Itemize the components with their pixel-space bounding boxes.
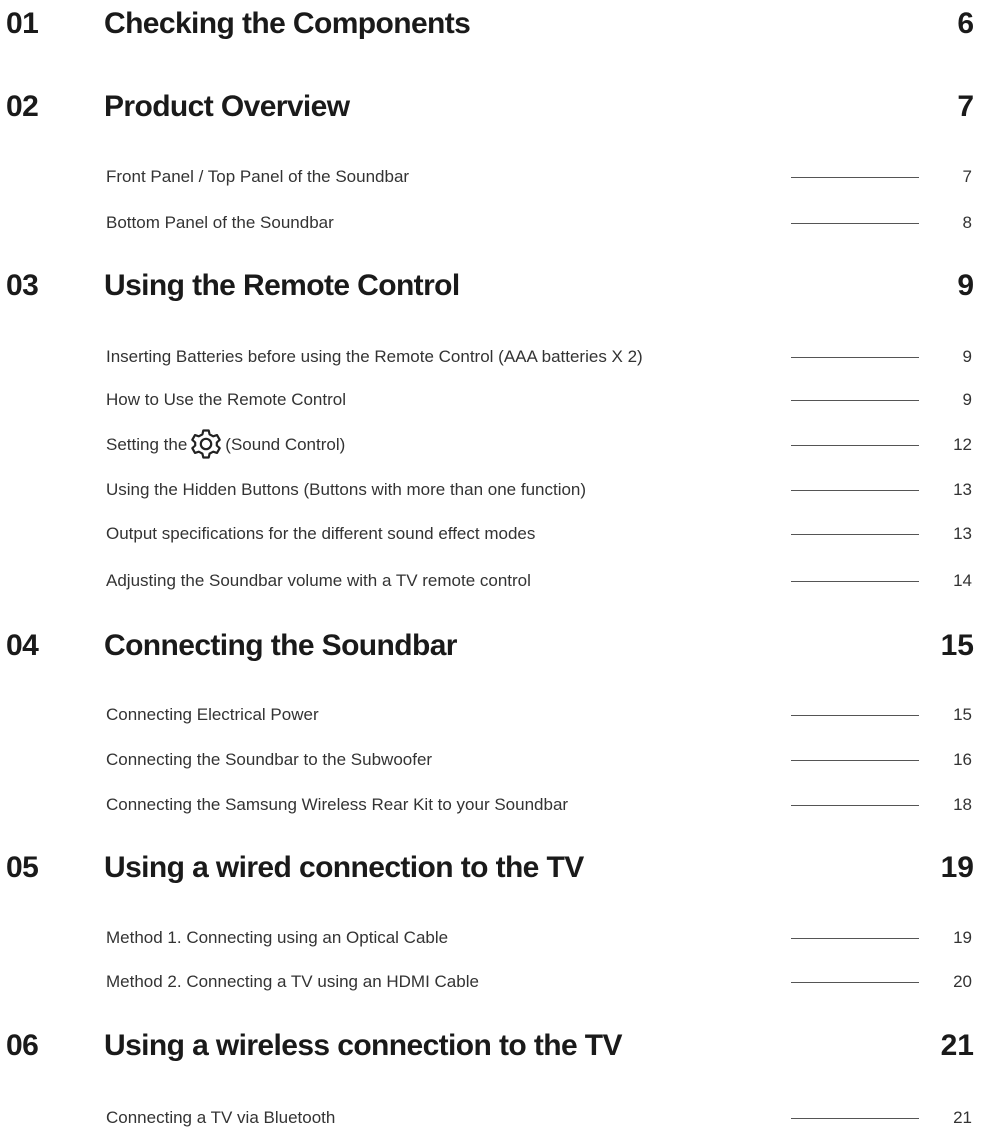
leader-line <box>791 400 919 401</box>
chapter-04[interactable]: 04 Connecting the Soundbar 15 <box>0 624 986 668</box>
chapter-number: 05 <box>6 851 39 884</box>
leader-line <box>791 445 919 446</box>
chapter-05[interactable]: 05 Using a wired connection to the TV 19 <box>0 846 986 890</box>
chapter-title: Using a wireless connection to the TV <box>104 1029 623 1062</box>
entry-title-after: (Sound Control) <box>225 435 346 454</box>
entry-title: Connecting a TV via Bluetooth <box>106 1108 336 1127</box>
chapter-number: 03 <box>6 269 39 302</box>
toc-entry[interactable]: How to Use the Remote Control 9 <box>0 387 986 413</box>
entry-title: Method 2. Connecting a TV using an HDMI … <box>106 972 479 991</box>
leader-line <box>791 715 919 716</box>
chapter-page: 15 <box>940 629 974 662</box>
chapter-number: 01 <box>6 7 39 40</box>
entry-title: Front Panel / Top Panel of the Soundbar <box>106 167 410 186</box>
entry-page: 14 <box>953 571 972 590</box>
entry-title: How to Use the Remote Control <box>106 390 346 409</box>
chapter-title: Product Overview <box>104 90 350 123</box>
toc-entry[interactable]: Setting the (Sound Control) 12 <box>0 429 986 459</box>
toc-entry[interactable]: Connecting the Soundbar to the Subwoofer… <box>0 747 986 773</box>
chapter-page: 19 <box>940 851 974 884</box>
entry-page: 13 <box>953 524 972 543</box>
chapter-page: 21 <box>940 1029 974 1062</box>
chapter-02[interactable]: 02 Product Overview 7 <box>0 85 986 129</box>
table-of-contents: 01 Checking the Components 6 02 Product … <box>0 0 986 1139</box>
chapter-page: 9 <box>957 269 974 302</box>
chapter-number: 04 <box>6 629 39 662</box>
toc-entry[interactable]: Output specifications for the different … <box>0 521 986 547</box>
leader-line <box>791 760 919 761</box>
entry-title: Using the Hidden Buttons (Buttons with m… <box>106 480 587 499</box>
toc-entry[interactable]: Front Panel / Top Panel of the Soundbar … <box>0 164 986 190</box>
entry-page: 18 <box>953 795 972 814</box>
chapter-03[interactable]: 03 Using the Remote Control 9 <box>0 264 986 308</box>
chapter-title: Using the Remote Control <box>104 269 460 302</box>
chapter-title: Connecting the Soundbar <box>104 629 457 662</box>
entry-title: Method 1. Connecting using an Optical Ca… <box>106 928 449 947</box>
entry-page: 8 <box>962 213 972 232</box>
entry-title: Bottom Panel of the Soundbar <box>106 213 334 232</box>
leader-line <box>791 581 919 582</box>
chapter-title: Using a wired connection to the TV <box>104 851 584 884</box>
entry-title: Adjusting the Soundbar volume with a TV … <box>106 571 531 590</box>
chapter-number: 02 <box>6 90 39 123</box>
leader-line <box>791 534 919 535</box>
toc-entry[interactable]: Method 2. Connecting a TV using an HDMI … <box>0 969 986 995</box>
entry-page: 7 <box>962 167 972 186</box>
entry-title: Output specifications for the different … <box>106 524 536 543</box>
toc-entry[interactable]: Connecting the Samsung Wireless Rear Kit… <box>0 792 986 818</box>
entry-title: Setting the (Sound Control) <box>106 429 346 459</box>
leader-line <box>791 1118 919 1119</box>
entry-title: Inserting Batteries before using the Rem… <box>106 347 643 366</box>
toc-entry[interactable]: Adjusting the Soundbar volume with a TV … <box>0 568 986 594</box>
leader-line <box>791 223 919 224</box>
leader-line <box>791 982 919 983</box>
chapter-title: Checking the Components <box>104 7 471 40</box>
entry-title-before: Setting the <box>106 435 188 454</box>
toc-entry[interactable]: Using the Hidden Buttons (Buttons with m… <box>0 477 986 503</box>
entry-page: 12 <box>953 435 972 454</box>
chapter-06[interactable]: 06 Using a wireless connection to the TV… <box>0 1024 986 1068</box>
entry-title: Connecting the Samsung Wireless Rear Kit… <box>106 795 569 814</box>
toc-entry[interactable]: Inserting Batteries before using the Rem… <box>0 344 986 370</box>
leader-line <box>791 805 919 806</box>
gear-icon <box>189 429 223 459</box>
leader-line <box>791 357 919 358</box>
entry-page: 9 <box>962 390 972 409</box>
entry-page: 21 <box>953 1108 972 1127</box>
entry-title: Connecting the Soundbar to the Subwoofer <box>106 750 433 769</box>
toc-entry[interactable]: Method 1. Connecting using an Optical Ca… <box>0 925 986 951</box>
chapter-01[interactable]: 01 Checking the Components 6 <box>0 2 986 46</box>
chapter-page: 7 <box>957 90 974 123</box>
entry-page: 15 <box>953 705 972 724</box>
toc-entry[interactable]: Connecting Electrical Power 15 <box>0 702 986 728</box>
leader-line <box>791 177 919 178</box>
leader-line <box>791 490 919 491</box>
toc-entry[interactable]: Connecting a TV via Bluetooth 21 <box>0 1105 986 1131</box>
entry-page: 19 <box>953 928 972 947</box>
entry-page: 13 <box>953 480 972 499</box>
chapter-number: 06 <box>6 1029 39 1062</box>
toc-entry[interactable]: Bottom Panel of the Soundbar 8 <box>0 210 986 236</box>
leader-line <box>791 938 919 939</box>
chapter-page: 6 <box>957 7 974 40</box>
entry-page: 9 <box>962 347 972 366</box>
entry-page: 20 <box>953 972 972 991</box>
entry-title: Connecting Electrical Power <box>106 705 319 724</box>
entry-page: 16 <box>953 750 972 769</box>
